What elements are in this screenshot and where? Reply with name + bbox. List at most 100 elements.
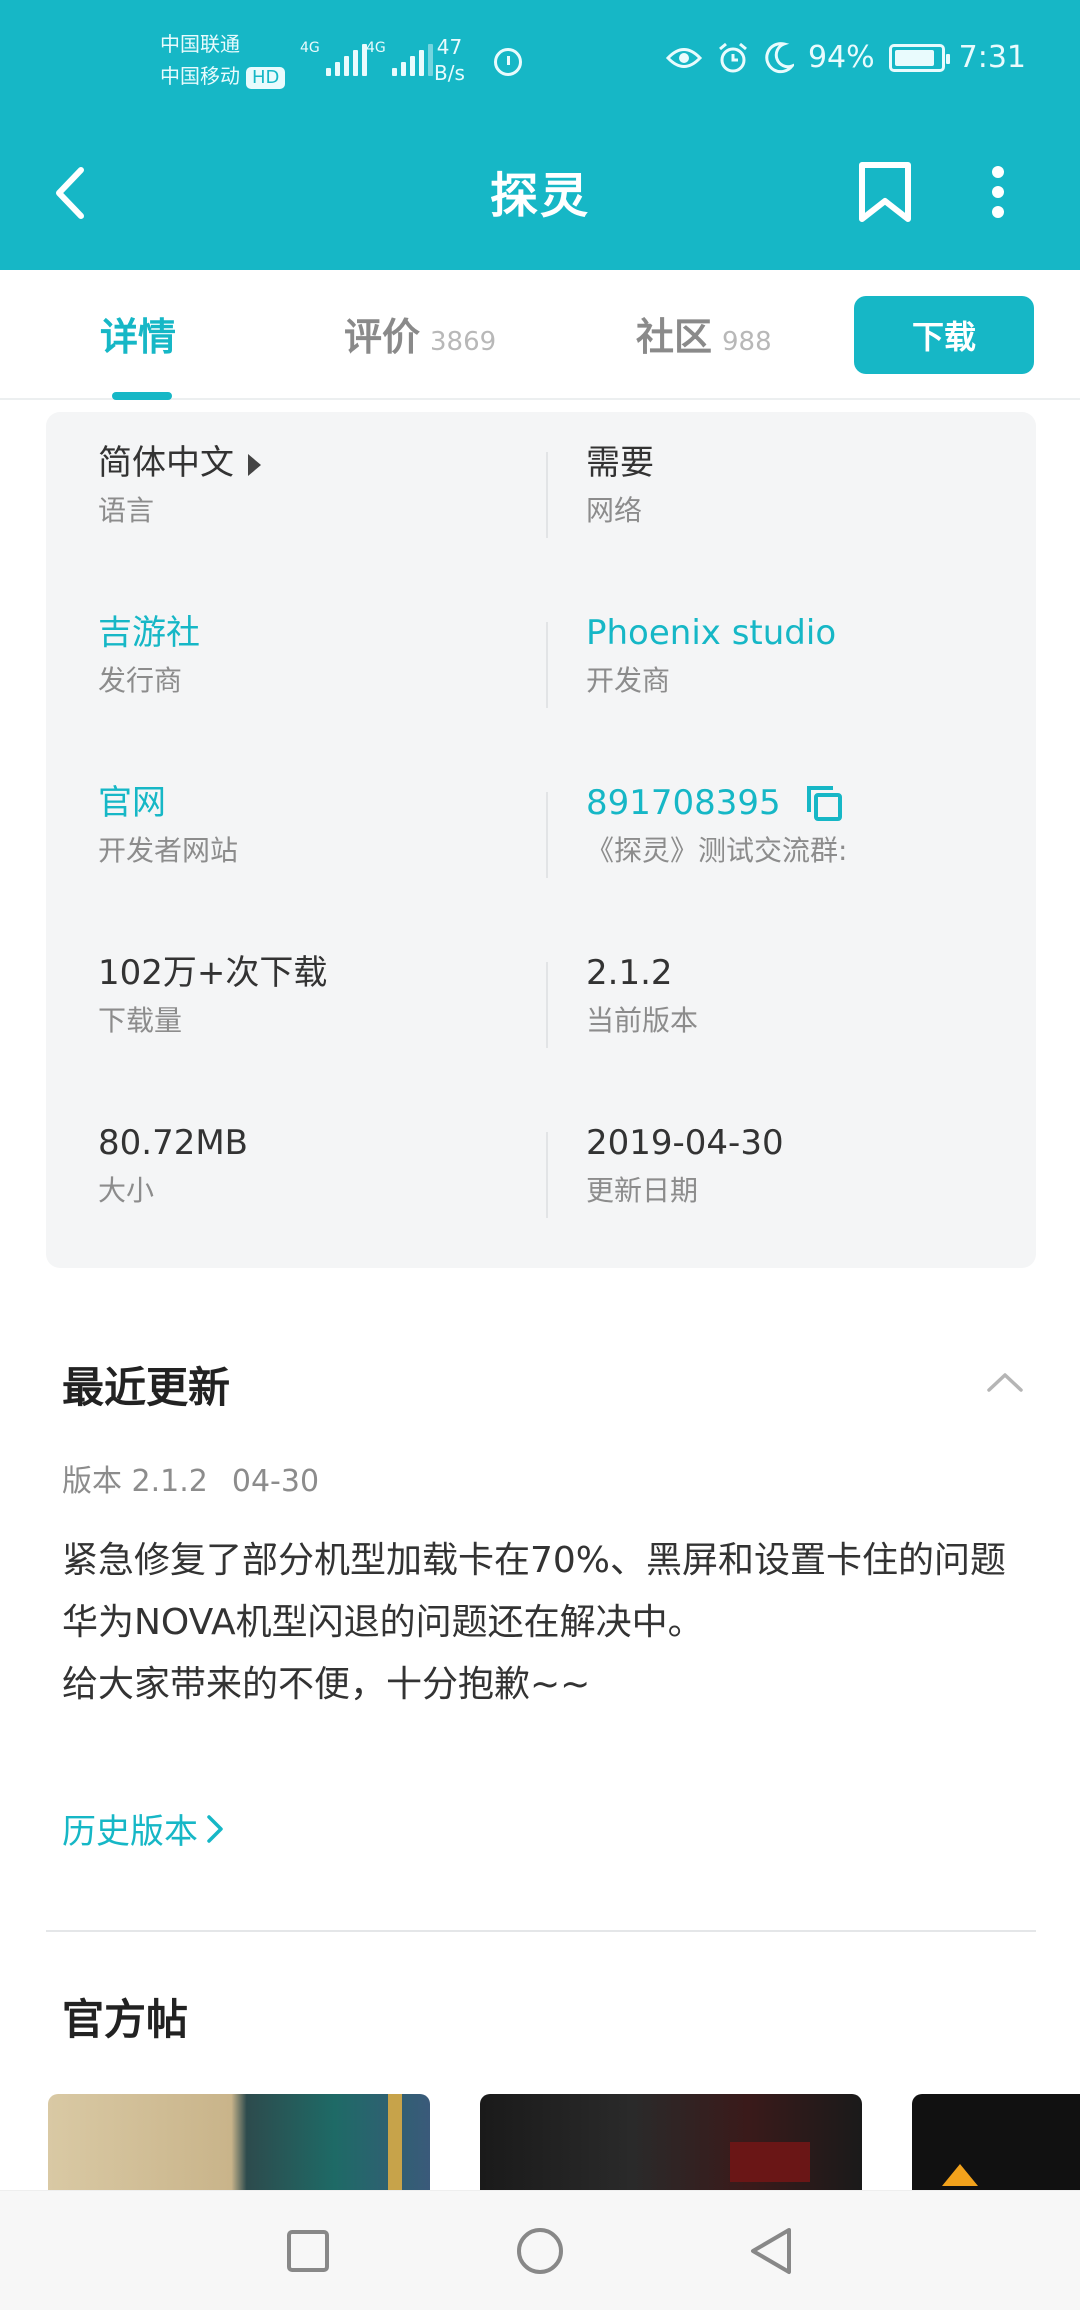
update-date-cell: 2019-04-30 更新日期 (586, 1118, 1056, 1238)
downloads-value: 102万+次下载 (98, 953, 328, 993)
eye-icon (665, 47, 702, 68)
divider (546, 962, 548, 1048)
update-note: 给大家带来的不便，十分抱歉~~ (62, 1664, 591, 1705)
net-type-1: 4G (300, 40, 320, 56)
version-cell: 2.1.2 当前版本 (586, 948, 1056, 1068)
language-cell[interactable]: 简体中文 语言 (98, 438, 568, 558)
recents-button[interactable] (268, 2213, 348, 2289)
top-bar: 中国联通 中国移动 HD 4G 4G 47 B/s 94% 7:31 探灵 (0, 0, 1080, 270)
stopwatch-icon (494, 48, 522, 76)
post-thumbnail[interactable] (480, 2094, 862, 2194)
developer-value: Phoenix studio (586, 613, 837, 653)
tab-community-label: 社区 (636, 315, 713, 359)
publisher-value: 吉游社 (98, 613, 200, 653)
moon-icon (765, 41, 794, 73)
size-cell: 80.72MB 大小 (98, 1118, 568, 1238)
publisher-label: 发行商 (98, 664, 183, 697)
triangle-back-icon (751, 2228, 791, 2274)
network-label: 网络 (586, 494, 643, 527)
carrier-info: 中国联通 中国移动 HD (160, 28, 286, 92)
divider (546, 792, 548, 878)
developer-cell[interactable]: Phoenix studio 开发商 (586, 608, 1056, 728)
carrier-2: 中国移动 (160, 64, 240, 88)
bookmark-icon (859, 162, 911, 222)
more-vertical-icon (992, 166, 1004, 218)
update-date-value: 2019-04-30 (586, 1123, 784, 1163)
history-versions-link[interactable]: 历史版本 (62, 1804, 224, 1853)
qq-group-cell[interactable]: 891708395 《探灵》测试交流群: (586, 778, 1056, 898)
tab-details-label: 详情 (100, 315, 177, 359)
update-date: 04-30 (231, 1464, 320, 1499)
download-button[interactable]: 下载 (854, 296, 1034, 374)
publisher-cell[interactable]: 吉游社 发行商 (98, 608, 568, 728)
net-speed-unit: B/s (434, 61, 465, 85)
version-value: 2.1.2 (586, 953, 673, 993)
battery-percent: 94% (807, 40, 875, 75)
home-button[interactable] (500, 2213, 580, 2289)
tab-details[interactable]: 详情 (100, 306, 176, 361)
post-thumbnail[interactable] (48, 2094, 430, 2194)
net-speed: 47 B/s (434, 34, 465, 86)
qq-group-value: 891708395 (586, 783, 781, 823)
signal-2-icon: 4G (366, 40, 433, 76)
official-posts-strip (0, 2094, 1080, 2194)
qq-group-label: 《探灵》测试交流群: (586, 834, 848, 867)
collapse-button[interactable] (980, 1362, 1030, 1402)
language-label: 语言 (98, 494, 155, 527)
official-posts-title: 官方帖 (62, 1995, 189, 2044)
network-cell: 需要 网络 (586, 438, 1056, 558)
size-value: 80.72MB (98, 1123, 248, 1163)
divider (546, 1132, 548, 1218)
network-value: 需要 (586, 443, 654, 483)
back-nav-button[interactable] (730, 2213, 810, 2289)
update-note: 华为NOVA机型闪退的问题还在解决中。 (62, 1602, 704, 1643)
size-label: 大小 (98, 1174, 155, 1207)
tab-reviews[interactable]: 评价 3869 (344, 306, 496, 361)
info-card: 简体中文 语言 需要 网络 吉游社 发行商 Phoenix studio 开发商… (46, 412, 1036, 1268)
divider (546, 622, 548, 708)
website-label: 开发者网站 (98, 834, 239, 867)
website-value: 官网 (98, 783, 166, 823)
recent-update-title: 最近更新 (62, 1363, 231, 1412)
clock-time: 7:31 (958, 40, 1026, 75)
more-button[interactable] (968, 152, 1028, 232)
language-value: 简体中文 (98, 443, 234, 483)
tab-reviews-count: 3869 (430, 327, 497, 357)
square-icon (287, 2230, 329, 2272)
website-cell[interactable]: 官网 开发者网站 (98, 778, 568, 898)
update-version-line: 版本 2.1.2 04-30 (62, 1456, 319, 1500)
battery-icon (888, 43, 950, 72)
hd-badge: HD (246, 66, 286, 89)
alarm-icon (718, 42, 747, 72)
net-type-2: 4G (366, 40, 386, 56)
tab-reviews-label: 评价 (344, 315, 421, 359)
post-thumbnail[interactable] (912, 2094, 1080, 2194)
downloads-label: 下载量 (98, 1004, 183, 1037)
update-date-label: 更新日期 (586, 1174, 699, 1207)
developer-label: 开发商 (586, 664, 671, 697)
circle-icon (517, 2228, 563, 2274)
update-notes: 紧急修复了部分机型加载卡在70%、黑屏和设置卡住的问题 华为NOVA机型闪退的问… (62, 1530, 1022, 1716)
update-version: 版本 2.1.2 (62, 1464, 208, 1499)
downloads-cell: 102万+次下载 下载量 (98, 948, 568, 1068)
version-label: 当前版本 (586, 1004, 699, 1037)
status-bar: 中国联通 中国移动 HD 4G 4G 47 B/s 94% 7:31 (0, 0, 1080, 120)
status-right: 94% 7:31 (665, 40, 1026, 75)
copy-icon[interactable] (805, 784, 843, 822)
caret-right-icon (248, 453, 261, 476)
divider (546, 452, 548, 538)
chevron-right-icon (207, 1814, 223, 1843)
history-versions-label: 历史版本 (62, 1812, 198, 1852)
chevron-up-icon (987, 1373, 1023, 1392)
bookmark-button[interactable] (850, 152, 920, 232)
app-bar: 探灵 (0, 120, 1080, 270)
section-divider (46, 1930, 1036, 1932)
net-speed-value: 47 (436, 35, 463, 59)
signal-1-icon: 4G (300, 40, 367, 76)
update-note: 紧急修复了部分机型加载卡在70%、黑屏和设置卡住的问题 (62, 1540, 1007, 1581)
tab-community-count: 988 (722, 327, 772, 357)
carrier-1: 中国联通 (160, 32, 240, 56)
tab-community[interactable]: 社区 988 (636, 306, 772, 361)
tab-indicator (112, 392, 172, 400)
system-nav-bar (0, 2190, 1080, 2310)
